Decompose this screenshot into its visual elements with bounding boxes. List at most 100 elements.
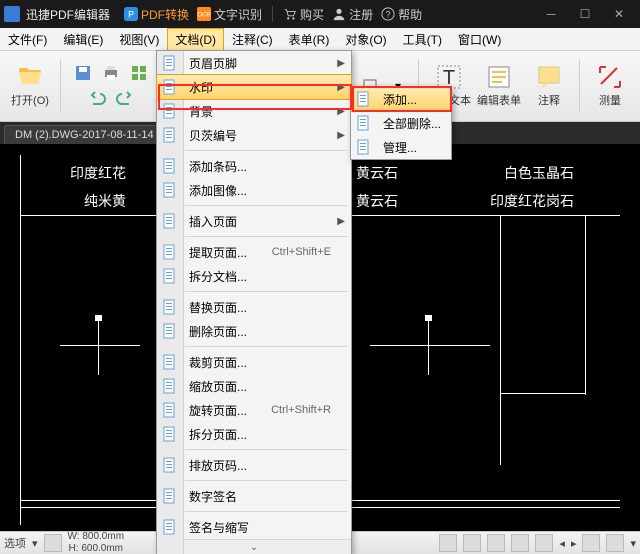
chevron-down-icon[interactable]: ▾: [32, 537, 38, 550]
menu-separator: [185, 150, 347, 151]
save-button[interactable]: [69, 60, 97, 86]
status-tool-icon[interactable]: [535, 534, 553, 552]
grid-button[interactable]: [125, 60, 153, 86]
buy-link[interactable]: 购买: [279, 6, 328, 23]
pdf-convert-link[interactable]: P PDF转换: [120, 6, 193, 23]
undo-button[interactable]: [83, 86, 111, 112]
submenu-item[interactable]: 添加...: [351, 87, 451, 111]
status-options[interactable]: 选项: [4, 535, 26, 551]
menu-item-label: 全部删除...: [383, 115, 441, 132]
menu-item[interactable]: 缩放页面...: [157, 374, 351, 398]
menu-item[interactable]: 提取页面...Ctrl+Shift+E: [157, 240, 351, 264]
help-icon: ?: [381, 7, 395, 21]
cad-line: [500, 215, 501, 465]
window-controls: ─ ☐ ✕: [534, 0, 636, 28]
menu-item[interactable]: 排放页码...: [157, 453, 351, 477]
menu-item[interactable]: 对象(O): [337, 28, 394, 50]
menu-item-icon: [356, 91, 372, 107]
menu-item-label: 添加...: [383, 91, 417, 108]
cad-line: [585, 215, 586, 395]
chevron-down-icon[interactable]: ▾: [630, 537, 636, 550]
menu-item[interactable]: 裁剪页面...: [157, 350, 351, 374]
status-tool-icon[interactable]: [487, 534, 505, 552]
menu-item[interactable]: 页眉页脚▶: [157, 51, 351, 75]
menu-item[interactable]: 添加条码...: [157, 154, 351, 178]
menu-item[interactable]: 拆分页面...: [157, 422, 351, 446]
menu-item[interactable]: 贝茨编号▶: [157, 123, 351, 147]
menu-item[interactable]: 工具(T): [395, 28, 450, 50]
chevron-down-icon: ⌄: [250, 542, 258, 553]
print-button[interactable]: [97, 60, 125, 86]
title-bar: 迅捷PDF编辑器 P PDF转换 OCR 文字识别 购买 注册 ? 帮助 ─ ☐…: [0, 0, 640, 28]
menu-item[interactable]: 编辑(E): [55, 28, 111, 50]
menu-item[interactable]: 文件(F): [0, 28, 55, 50]
menu-item-label: 数字签名: [189, 488, 237, 505]
measure-button[interactable]: 测量: [586, 57, 634, 115]
measure-icon: [597, 64, 623, 90]
menu-item-label: 背景: [189, 103, 213, 120]
menu-item[interactable]: 文档(D): [167, 28, 224, 50]
redo-button[interactable]: [111, 86, 139, 112]
svg-text:P: P: [128, 10, 134, 20]
submenu-arrow-icon: ▶: [337, 106, 345, 117]
maximize-button[interactable]: ☐: [568, 0, 602, 28]
status-tool-icon[interactable]: [606, 534, 624, 552]
register-link[interactable]: 注册: [328, 6, 377, 23]
menu-item-icon: [162, 103, 178, 119]
menu-item[interactable]: 视图(V): [111, 28, 167, 50]
close-button[interactable]: ✕: [602, 0, 636, 28]
app-title: 迅捷PDF编辑器: [26, 6, 110, 23]
menu-item-label: 管理...: [383, 139, 417, 156]
menu-item[interactable]: 签名与缩写: [157, 515, 351, 539]
menu-expand-footer[interactable]: ⌄: [157, 539, 351, 554]
edit-form-button[interactable]: 编辑表单: [475, 57, 523, 115]
status-icon[interactable]: [44, 534, 62, 552]
chevron-left-icon[interactable]: ◂: [559, 537, 565, 550]
ribbon-divider: [579, 59, 580, 113]
menu-item[interactable]: 插入页面▶: [157, 209, 351, 233]
menu-item-icon: [162, 426, 178, 442]
submenu-item[interactable]: 全部删除...: [351, 111, 451, 135]
document-tab[interactable]: DM (2).DWG-2017-08-11-14: [4, 125, 165, 144]
separator: [272, 6, 273, 22]
menu-item[interactable]: 添加图像...: [157, 178, 351, 202]
help-link[interactable]: ? 帮助: [377, 6, 426, 23]
menu-item[interactable]: 表单(R): [281, 28, 338, 50]
menu-separator: [185, 236, 347, 237]
menu-item-label: 提取页面...: [189, 244, 247, 261]
menu-item[interactable]: 背景 ▶: [157, 99, 351, 123]
menu-item-label: 签名与缩写: [189, 519, 249, 536]
menu-item-label: 贝茨编号: [189, 127, 237, 144]
menu-item-icon: [162, 519, 178, 535]
submenu-arrow-icon: ▶: [337, 58, 345, 69]
menu-item[interactable]: 替换页面...: [157, 295, 351, 319]
menu-separator: [185, 205, 347, 206]
menu-item[interactable]: 数字签名: [157, 484, 351, 508]
status-tool-icon[interactable]: [582, 534, 600, 552]
status-tool-icon[interactable]: [463, 534, 481, 552]
menu-item-label: 添加条码...: [189, 158, 247, 175]
menu-item[interactable]: 旋转页面...Ctrl+Shift+R: [157, 398, 351, 422]
cad-line: [428, 315, 429, 375]
minimize-button[interactable]: ─: [534, 0, 568, 28]
open-button[interactable]: 打开(O): [6, 57, 54, 115]
menu-separator: [185, 480, 347, 481]
menu-item[interactable]: 水印▶: [157, 75, 351, 99]
status-tool-icon[interactable]: [511, 534, 529, 552]
menu-item-icon: [162, 457, 178, 473]
menu-item-label: 插入页面: [189, 213, 237, 230]
menu-item[interactable]: 窗口(W): [450, 28, 509, 50]
measure-label: 测量: [599, 92, 621, 108]
status-tool-icon[interactable]: [439, 534, 457, 552]
cad-text: 黄云石: [356, 191, 398, 211]
annotate-button[interactable]: 注释: [525, 57, 573, 115]
submenu-arrow-icon: ▶: [337, 82, 345, 93]
menu-item[interactable]: 删除页面...: [157, 319, 351, 343]
cad-text: 印度红花: [70, 163, 126, 183]
chevron-right-icon[interactable]: ▸: [571, 537, 577, 550]
menu-item[interactable]: 注释(C): [224, 28, 281, 50]
menu-item[interactable]: 拆分文档...: [157, 264, 351, 288]
annotate-label: 注释: [538, 92, 560, 108]
ocr-link[interactable]: OCR 文字识别: [193, 6, 266, 23]
submenu-item[interactable]: 管理...: [351, 135, 451, 159]
